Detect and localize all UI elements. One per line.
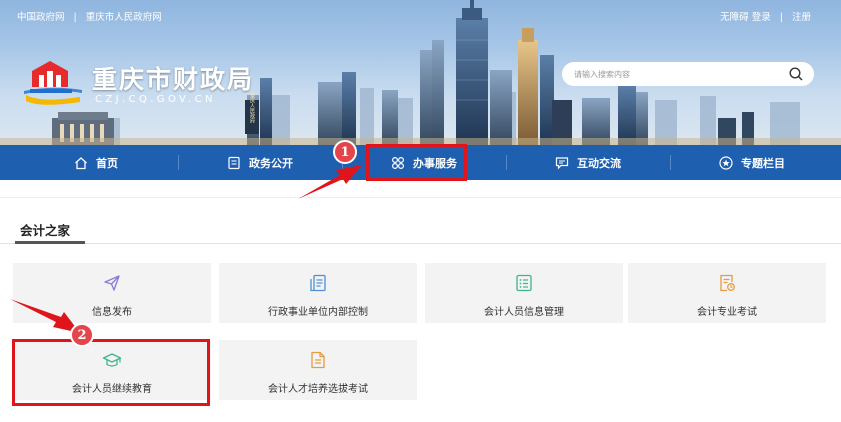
section-title-underline [15, 241, 85, 244]
accessibility-link[interactable]: 无障碍 [720, 12, 749, 23]
card-internal-control[interactable]: 行政事业单位内部控制 [219, 263, 417, 323]
card-label: 行政事业单位内部控制 [268, 307, 368, 318]
list-icon [516, 274, 532, 292]
step-badge-2: 2 [70, 323, 94, 347]
divider [0, 197, 841, 198]
banner-sign-text: 重庆人民政府 [249, 92, 255, 124]
card-talent-selection-exam[interactable]: 会计人才培养选拔考试 [219, 340, 417, 400]
header-banner: 重庆人民政府 中国政府网 | 重庆市人民政府网 无障碍 登录 | 注册 重庆市财… [0, 0, 841, 145]
home-icon [75, 156, 87, 169]
section-divider [0, 243, 841, 244]
exam-icon [720, 274, 735, 292]
file-icon [311, 351, 325, 369]
finance-bureau-logo-icon[interactable] [22, 57, 84, 107]
account-separator: | [779, 12, 783, 23]
nav-label: 互动交流 [577, 156, 621, 170]
card-label: 会计人才培养选拔考试 [268, 384, 368, 395]
search-box [562, 62, 814, 86]
link-chongqing-government[interactable]: 重庆市人民政府网 [86, 12, 162, 23]
nav-item-topics[interactable]: 专题栏目 [670, 145, 834, 180]
card-label: 信息发布 [92, 307, 132, 318]
nav-item-home[interactable]: 首页 [14, 145, 178, 180]
link-separator: | [73, 12, 77, 23]
search-icon[interactable] [788, 66, 804, 82]
page: 重庆人民政府 中国政府网 | 重庆市人民政府网 无障碍 登录 | 注册 重庆市财… [0, 0, 841, 422]
document-icon [228, 156, 240, 169]
card-personnel-info[interactable]: 会计人员信息管理 [425, 263, 623, 323]
highlight-box-services [366, 144, 467, 181]
register-link[interactable]: 注册 [792, 12, 811, 23]
site-domain: CZJ.CQ.GOV.CN [95, 94, 216, 105]
report-icon [310, 274, 326, 292]
search-input[interactable] [574, 66, 774, 82]
nav-label: 首页 [96, 156, 118, 170]
chat-icon [555, 156, 569, 169]
site-title[interactable]: 重庆市财政局 [92, 60, 254, 96]
card-label: 会计人员信息管理 [484, 307, 564, 318]
account-links: 无障碍 登录 | 注册 [720, 9, 811, 23]
nav-label: 政务公开 [249, 156, 293, 170]
nav-label: 专题栏目 [741, 156, 785, 170]
link-central-government[interactable]: 中国政府网 [17, 12, 65, 23]
card-professional-exam[interactable]: 会计专业考试 [628, 263, 826, 323]
paper-plane-icon [104, 275, 120, 291]
section-title: 会计之家 [20, 223, 71, 238]
nav-item-government-affairs[interactable]: 政务公开 [178, 145, 342, 180]
card-info-release[interactable]: 信息发布 [13, 263, 211, 323]
card-label: 会计专业考试 [697, 307, 757, 318]
top-links: 中国政府网 | 重庆市人民政府网 [17, 9, 162, 23]
login-link[interactable]: 登录 [752, 12, 771, 23]
highlight-box-continuing-education [12, 339, 210, 406]
step-badge-1: 1 [333, 140, 357, 164]
star-icon [719, 155, 733, 170]
nav-item-interaction[interactable]: 互动交流 [506, 145, 670, 180]
